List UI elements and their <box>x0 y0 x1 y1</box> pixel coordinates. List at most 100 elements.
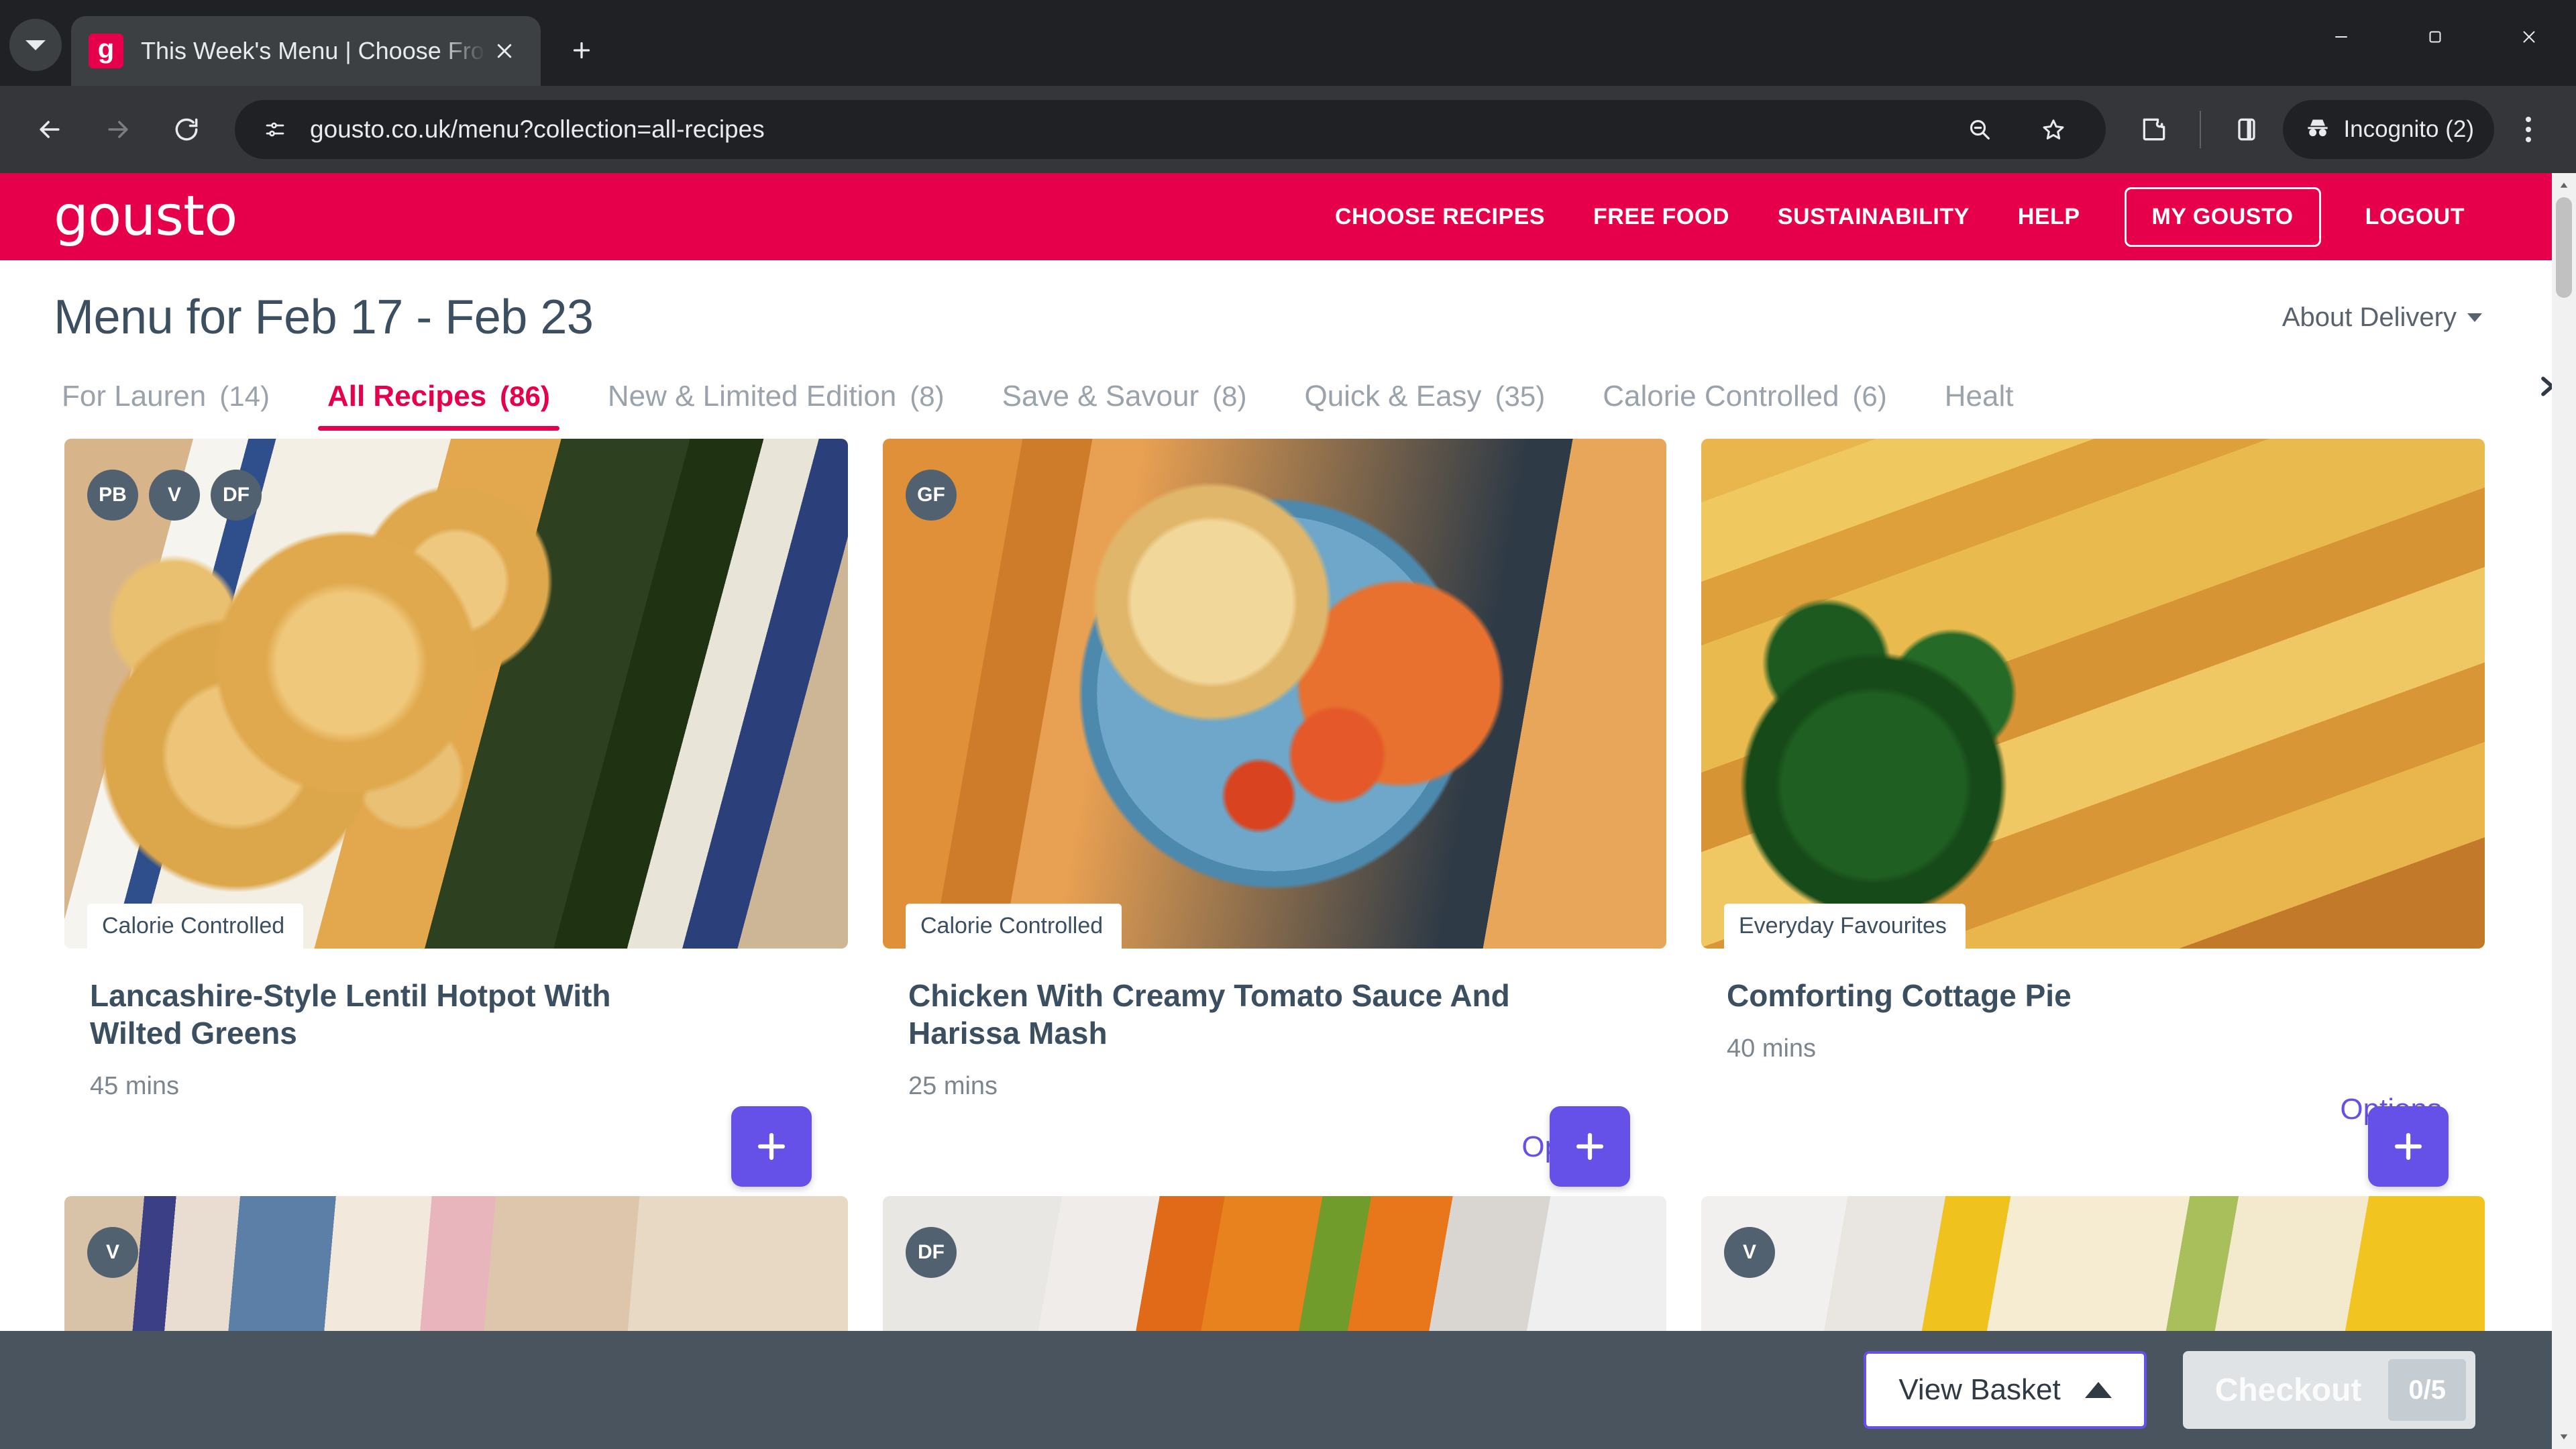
tab-label: Save & Savour <box>1002 380 1199 413</box>
add-recipe-button[interactable] <box>731 1106 812 1187</box>
window-controls <box>2294 0 2576 74</box>
nav-help[interactable]: HELP <box>1994 204 2104 230</box>
recipe-image[interactable]: GF Calorie Controlled <box>883 439 1666 949</box>
omnibox-actions <box>1947 97 2086 162</box>
tab-label: Healt <box>1944 380 2014 413</box>
tab-all-recipes[interactable]: All Recipes (86) <box>317 380 559 431</box>
toolbar-divider <box>2200 111 2202 148</box>
nav-free-food[interactable]: FREE FOOD <box>1569 204 1754 230</box>
url-text: gousto.co.uk/menu?collection=all-recipes <box>310 115 765 143</box>
badge-df: DF <box>211 470 262 521</box>
badge-pb: PB <box>87 470 138 521</box>
tab-count: (14) <box>219 380 270 412</box>
scroll-up-arrow-icon[interactable] <box>2552 173 2576 197</box>
tab-label: New & Limited Edition <box>607 380 897 413</box>
dietary-badges: V <box>87 1227 138 1279</box>
recipe-options-link[interactable]: Options <box>883 1130 1666 1164</box>
dietary-badges: GF <box>906 470 957 521</box>
recipe-card[interactable]: PB V DF Calorie Controlled Lancashire-St… <box>64 439 848 1187</box>
add-recipe-button[interactable] <box>2368 1106 2449 1187</box>
nav-logout[interactable]: LOGOUT <box>2341 204 2489 230</box>
recipe-title[interactable]: Lancashire-Style Lentil Hotpot With Wilt… <box>90 977 694 1052</box>
page-title-row: Menu for Feb 17 - Feb 23 About Delivery <box>0 260 2576 345</box>
browser-toolbar: gousto.co.uk/menu?collection=all-recipes <box>0 86 2576 173</box>
incognito-label: Incognito (2) <box>2343 116 2474 142</box>
extensions-icon[interactable] <box>2122 97 2186 162</box>
nav-sustainability[interactable]: SUSTAINABILITY <box>1754 204 1994 230</box>
tab-label: Calorie Controlled <box>1603 380 1839 413</box>
browser-tab[interactable]: g This Week's Menu | Choose Fro <box>71 16 541 86</box>
tab-health[interactable]: Healt <box>1945 380 2014 431</box>
nav-my-gousto[interactable]: MY GOUSTO <box>2124 186 2321 247</box>
badge-v: V <box>149 470 200 521</box>
close-tab-button[interactable] <box>486 32 523 70</box>
recipe-options-link[interactable]: Options <box>1701 1093 2485 1126</box>
tab-count: (86) <box>500 380 550 412</box>
tab-quick-easy[interactable]: Quick & Easy (35) <box>1304 380 1545 431</box>
site-settings-icon[interactable] <box>255 109 295 150</box>
tab-save-savour[interactable]: Save & Savour (8) <box>1002 380 1247 431</box>
badge-gf: GF <box>906 470 957 521</box>
recipe-grid: PB V DF Calorie Controlled Lancashire-St… <box>0 431 2576 1187</box>
search-icon[interactable] <box>1947 97 2012 162</box>
back-button[interactable] <box>17 97 82 162</box>
collection-tabs: For Lauren (14) All Recipes (86) New & L… <box>0 345 2576 431</box>
gousto-logo[interactable]: gousto <box>54 189 237 244</box>
tab-calorie-controlled[interactable]: Calorie Controlled (6) <box>1603 380 1887 431</box>
tab-label: All Recipes <box>327 380 487 413</box>
new-tab-button[interactable] <box>555 24 608 76</box>
recipe-cook-time: 45 mins <box>90 1072 180 1101</box>
page-scrollbar[interactable] <box>2552 173 2576 1449</box>
recipe-title[interactable]: Comforting Cottage Pie <box>1727 977 2330 1014</box>
checkout-label: Checkout <box>2214 1372 2362 1408</box>
recipe-cook-time: 40 mins <box>1727 1034 1817 1063</box>
scroll-down-arrow-icon[interactable] <box>2552 1425 2576 1449</box>
minimize-button[interactable] <box>2294 0 2388 74</box>
recipe-category-tag: Everyday Favourites <box>1724 904 1966 949</box>
reload-button[interactable] <box>154 97 219 162</box>
nav-choose-recipes[interactable]: CHOOSE RECIPES <box>1311 204 1569 230</box>
recipe-title[interactable]: Chicken With Creamy Tomato Sauce And Har… <box>908 977 1512 1052</box>
main-navigation: CHOOSE RECIPES FREE FOOD SUSTAINABILITY … <box>1311 186 2536 247</box>
recipe-card[interactable]: Everyday Favourites Comforting Cottage P… <box>1701 439 2485 1187</box>
chevron-up-icon <box>2084 1382 2112 1398</box>
forward-button[interactable] <box>86 97 150 162</box>
tab-strip: g This Week's Menu | Choose Fro <box>0 0 2576 86</box>
tab-title: This Week's Menu | Choose Fro <box>141 37 484 64</box>
tab-label: Quick & Easy <box>1304 380 1482 413</box>
address-bar[interactable]: gousto.co.uk/menu?collection=all-recipes <box>235 100 2106 159</box>
tab-search-button[interactable] <box>9 19 62 71</box>
page-viewport: gousto CHOOSE RECIPES FREE FOOD SUSTAINA… <box>0 173 2576 1449</box>
recipe-image[interactable]: Everyday Favourites <box>1701 439 2485 949</box>
tab-new-limited-edition[interactable]: New & Limited Edition (8) <box>608 380 945 431</box>
tab-for-lauren[interactable]: For Lauren (14) <box>62 380 270 431</box>
tab-count: (35) <box>1495 380 1546 412</box>
incognito-profile-button[interactable]: Incognito (2) <box>2283 100 2494 159</box>
chevron-down-icon <box>25 40 46 50</box>
scrollbar-thumb[interactable] <box>2556 197 2572 298</box>
dietary-badges: PB V DF <box>87 470 262 521</box>
dietary-badges: DF <box>906 1227 957 1279</box>
recipe-category-tag: Calorie Controlled <box>87 904 304 949</box>
incognito-icon <box>2308 119 2328 137</box>
browser-menu-button[interactable] <box>2498 99 2559 160</box>
page-title: Menu for Feb 17 - Feb 23 <box>54 290 594 344</box>
close-window-button[interactable] <box>2482 0 2576 74</box>
badge-v: V <box>1724 1227 1775 1279</box>
side-panel-icon[interactable] <box>2214 97 2279 162</box>
bookmark-star-icon[interactable] <box>2021 97 2086 162</box>
recipe-cook-time: 25 mins <box>908 1072 998 1101</box>
badge-df: DF <box>906 1227 957 1279</box>
add-recipe-button[interactable] <box>1550 1106 1630 1187</box>
about-delivery-dropdown[interactable]: About Delivery <box>2282 303 2522 333</box>
view-basket-button[interactable]: View Basket <box>1864 1351 2147 1429</box>
favicon-gousto-icon: g <box>89 34 123 68</box>
recipe-image[interactable]: PB V DF Calorie Controlled <box>64 439 848 949</box>
site-header: gousto CHOOSE RECIPES FREE FOOD SUSTAINA… <box>0 173 2576 260</box>
basket-bar: View Basket Checkout 0/5 <box>0 1331 2576 1449</box>
checkout-button[interactable]: Checkout 0/5 <box>2182 1351 2475 1429</box>
recipe-card[interactable]: GF Calorie Controlled Chicken With Cream… <box>883 439 1666 1187</box>
recipe-category-tag: Calorie Controlled <box>906 904 1122 949</box>
maximize-button[interactable] <box>2388 0 2482 74</box>
tab-label: For Lauren <box>62 380 207 413</box>
